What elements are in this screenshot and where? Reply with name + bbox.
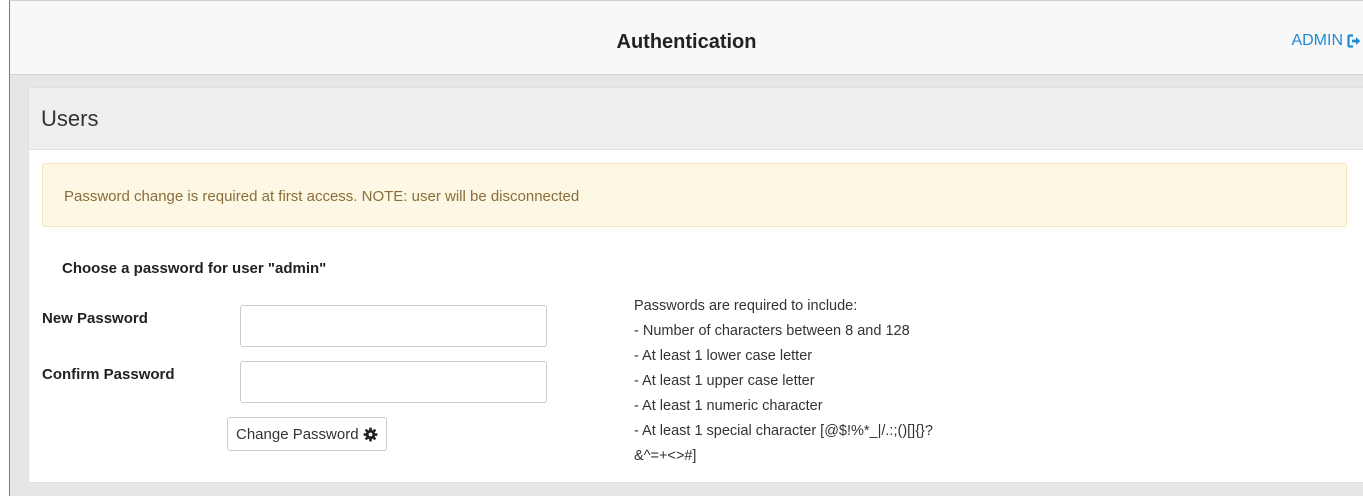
form-heading: Choose a password for user "admin" (62, 260, 327, 277)
new-password-input[interactable] (240, 305, 547, 347)
user-label: ADMIN (1291, 32, 1343, 49)
confirm-password-label: Confirm Password (42, 366, 175, 383)
gear-icon (363, 427, 378, 442)
sign-out-icon (1347, 34, 1361, 48)
app-window: Authentication ADMIN Users Password chan… (9, 0, 1363, 496)
panel-title: Users (29, 88, 1363, 150)
logout-link[interactable]: ADMIN (1291, 32, 1361, 50)
change-password-label: Change Password (236, 425, 359, 443)
requirement-item: &^=+<>#] (634, 448, 697, 464)
users-panel: Users Password change is required at fir… (28, 87, 1363, 483)
warning-alert: Password change is required at first acc… (42, 163, 1347, 227)
requirement-item: - Number of characters between 8 and 128 (634, 323, 910, 339)
panel-body: Password change is required at first acc… (29, 150, 1363, 482)
top-navbar: Authentication ADMIN (10, 1, 1363, 75)
requirement-item: - At least 1 upper case letter (634, 373, 815, 389)
new-password-label: New Password (42, 310, 148, 327)
requirement-item: - At least 1 lower case letter (634, 348, 813, 364)
page-title: Authentication (616, 31, 757, 53)
requirements-intro: Passwords are required to include: (634, 298, 858, 314)
password-requirements: Passwords are required to include: - Num… (634, 294, 1034, 469)
confirm-password-input[interactable] (240, 361, 547, 403)
change-password-button[interactable]: Change Password (227, 417, 387, 451)
requirement-item: - At least 1 numeric character (634, 398, 823, 414)
requirement-item: - At least 1 special character [@$!%*_|/… (634, 423, 933, 439)
